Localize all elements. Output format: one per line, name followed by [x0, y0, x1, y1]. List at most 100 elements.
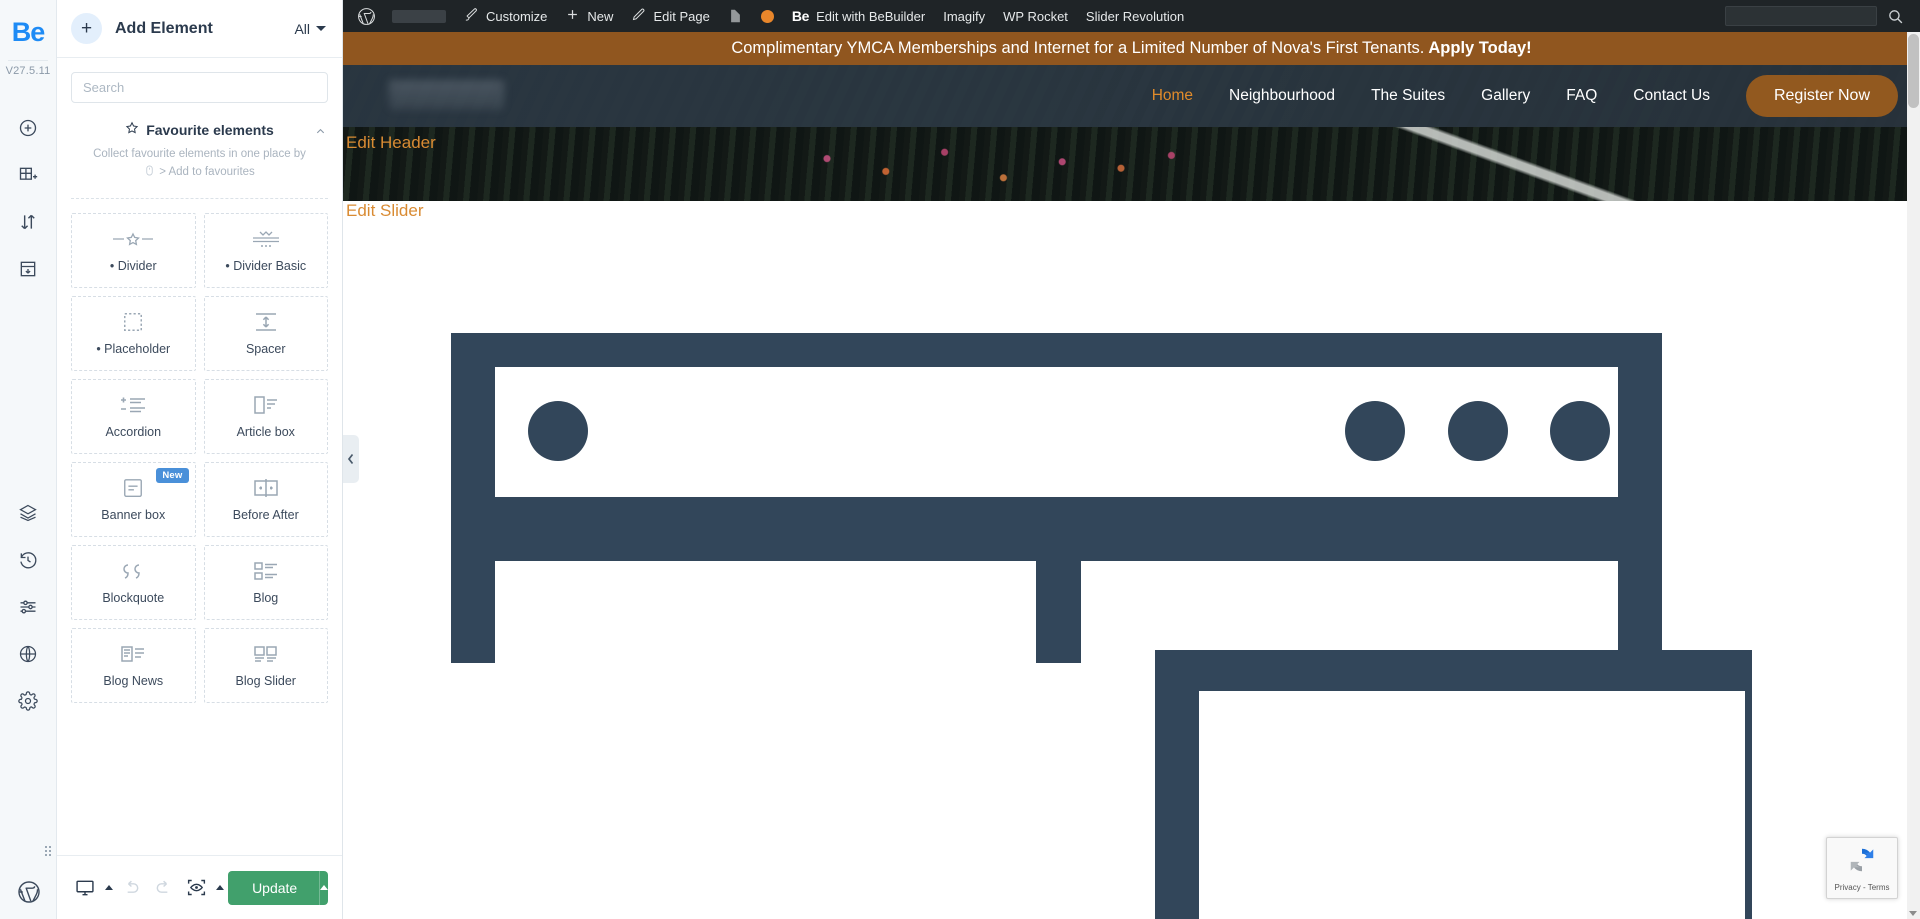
recaptcha-badge[interactable]: Privacy - Terms	[1826, 837, 1898, 899]
version-label: V27.5.11	[5, 65, 51, 77]
element-card-divider[interactable]: • Divider	[71, 213, 196, 289]
search-icon[interactable]	[1881, 8, 1910, 25]
add-element-icon[interactable]	[13, 113, 43, 143]
favourite-elements-header[interactable]: Favourite elements	[71, 121, 328, 138]
orange-dot-icon	[760, 9, 774, 23]
layers-icon[interactable]	[13, 498, 43, 528]
rail-group-secondary	[13, 498, 43, 716]
site-logo[interactable]	[389, 80, 504, 110]
gear-icon[interactable]	[13, 686, 43, 716]
panel-header: + Add Element All	[57, 0, 342, 58]
divider-basic-icon	[249, 228, 283, 250]
element-card-before-after[interactable]: Before After	[203, 462, 328, 538]
bebuilder-editor: Be V27.5.11 + Add Element All Search Fav…	[0, 0, 1920, 919]
element-label: Accordion	[105, 425, 162, 440]
wireframe-avatar-right-3	[1550, 401, 1610, 461]
site-nav-menu: Home Neighbourhood The Suites Gallery FA…	[1134, 75, 1920, 117]
chevron-down-icon	[316, 26, 326, 31]
element-card-divider-basic[interactable]: • Divider Basic	[203, 213, 328, 289]
update-dropdown-caret[interactable]	[319, 871, 328, 905]
search-input[interactable]	[71, 72, 328, 103]
globe-icon[interactable]	[13, 639, 43, 669]
update-button-label: Update	[252, 879, 298, 896]
star-icon	[125, 121, 139, 138]
admin-bar-label: WP Rocket	[1003, 8, 1068, 24]
preview-vertical-scrollbar[interactable]	[1907, 32, 1920, 919]
blockquote-icon	[120, 560, 146, 582]
blog-news-icon	[120, 643, 146, 665]
add-element-panel: + Add Element All Favourite elements	[57, 0, 343, 919]
slider-region: Edit Slider	[343, 201, 1920, 235]
element-card-blog-slider[interactable]: Blog Slider	[203, 628, 328, 704]
status-dot-indicator[interactable]	[752, 0, 783, 32]
nav-item-home[interactable]: Home	[1134, 87, 1211, 105]
element-card-placeholder[interactable]: • Placeholder	[71, 296, 196, 372]
preview-eye-button[interactable]	[182, 871, 211, 905]
yoast-seo-menu[interactable]	[719, 0, 752, 32]
element-card-spacer[interactable]: Spacer	[203, 296, 328, 372]
element-label: Before After	[232, 508, 299, 523]
admin-bar-label: Edit with BeBuilder	[816, 8, 926, 24]
admin-bar-item-new[interactable]: New	[556, 0, 622, 32]
add-element-plus-button[interactable]: +	[71, 13, 102, 44]
promo-cta-link[interactable]: Apply Today!	[1428, 39, 1531, 58]
admin-bar-search-input[interactable]	[1725, 6, 1877, 26]
element-card-accordion[interactable]: Accordion	[71, 379, 196, 455]
nav-item-gallery[interactable]: Gallery	[1463, 87, 1548, 105]
nav-item-faq[interactable]: FAQ	[1548, 87, 1615, 105]
edit-slider-label[interactable]: Edit Slider	[346, 201, 423, 221]
panel-title: Add Element	[115, 19, 213, 37]
scrollbar-thumb[interactable]	[1908, 34, 1919, 108]
admin-bar-item-imagify[interactable]: Imagify	[934, 0, 994, 32]
nav-item-neighbourhood[interactable]: Neighbourhood	[1211, 87, 1353, 105]
site-name-menu[interactable]	[383, 0, 455, 32]
scroll-down-arrow-icon[interactable]	[1909, 911, 1917, 916]
element-card-blog-news[interactable]: Blog News	[71, 628, 196, 704]
hero-image-strip: Edit Header	[343, 127, 1920, 201]
promo-banner[interactable]: Complimentary YMCA Memberships and Inter…	[343, 32, 1920, 65]
wireframe-avatar-right-2	[1448, 401, 1508, 461]
admin-bar-item-wp-rocket[interactable]: WP Rocket	[994, 0, 1077, 32]
wp-logo-menu[interactable]	[343, 0, 383, 32]
element-card-banner-box[interactable]: New Banner box	[71, 462, 196, 538]
admin-bar-item-customize[interactable]: Customize	[455, 0, 556, 32]
chevron-up-icon[interactable]	[315, 124, 326, 140]
admin-bar-item-edit-with-bebuilder[interactable]: Be Edit with BeBuilder	[783, 0, 934, 32]
add-to-favourites-label: > Add to favourites	[159, 166, 255, 179]
element-card-blockquote[interactable]: Blockquote	[71, 545, 196, 621]
panel-collapse-handle[interactable]	[343, 435, 359, 483]
redo-button[interactable]	[150, 871, 179, 905]
wordpress-icon[interactable]	[0, 877, 57, 907]
search-wrapper	[71, 58, 328, 103]
preview-dropdown-caret[interactable]	[216, 885, 225, 890]
add-row-icon[interactable]	[13, 254, 43, 284]
undo-button[interactable]	[117, 871, 146, 905]
admin-bar-item-edit-page[interactable]: Edit Page	[622, 0, 718, 32]
site-header: Home Neighbourhood The Suites Gallery FA…	[343, 65, 1920, 127]
panel-resize-grip[interactable]	[44, 845, 52, 856]
before-after-icon	[253, 477, 279, 499]
edit-header-label[interactable]: Edit Header	[346, 133, 436, 153]
settings-sliders-icon[interactable]	[13, 592, 43, 622]
add-to-favourites-row[interactable]: > Add to favourites	[71, 164, 328, 180]
add-section-icon[interactable]	[13, 160, 43, 190]
reorder-icon[interactable]	[13, 207, 43, 237]
site-name-redacted	[392, 9, 446, 23]
pencil-icon	[631, 7, 646, 25]
update-button[interactable]: Update	[228, 870, 329, 905]
register-now-button[interactable]: Register Now	[1745, 75, 1898, 117]
favourite-elements-title: Favourite elements	[146, 121, 274, 138]
element-filter-dropdown[interactable]: All	[294, 21, 328, 37]
accordion-icon	[119, 394, 147, 416]
responsive-dropdown-caret[interactable]	[104, 885, 113, 890]
responsive-preview-button[interactable]	[71, 871, 100, 905]
element-card-article-box[interactable]: Article box	[203, 379, 328, 455]
nav-item-contact-us[interactable]: Contact Us	[1615, 87, 1728, 105]
admin-bar-label: New	[587, 8, 614, 24]
nav-item-the-suites[interactable]: The Suites	[1353, 87, 1463, 105]
element-card-blog[interactable]: Blog	[203, 545, 328, 621]
admin-bar-item-slider-revolution[interactable]: Slider Revolution	[1077, 0, 1193, 32]
element-label: Blockquote	[102, 591, 165, 606]
history-icon[interactable]	[13, 545, 43, 575]
promo-text: Complimentary YMCA Memberships and Inter…	[731, 39, 1425, 57]
